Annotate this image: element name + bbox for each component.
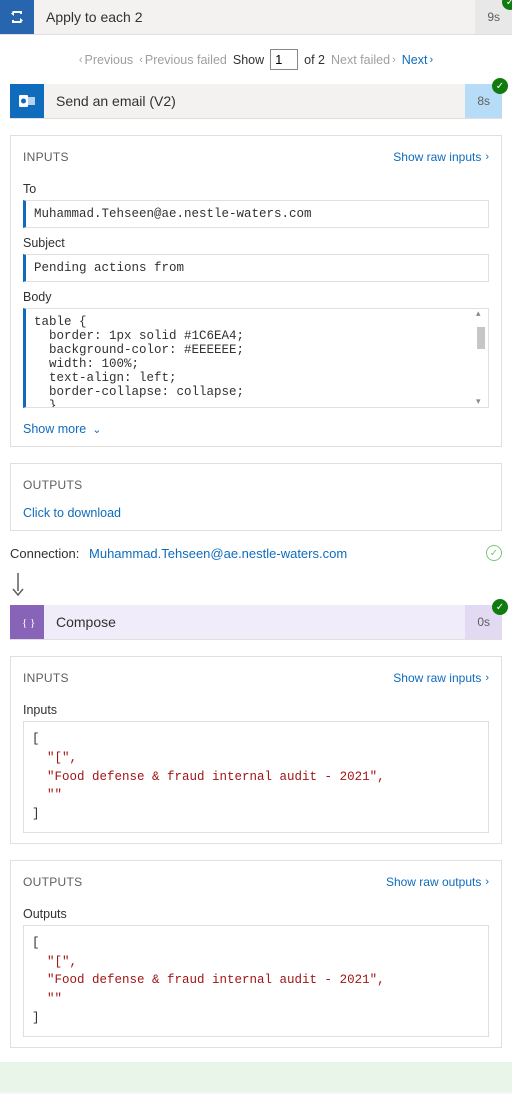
- next-link[interactable]: Next ›: [402, 53, 433, 67]
- send-email-header[interactable]: Send an email (V2) 8s: [10, 84, 502, 119]
- inputs-card: INPUTS Show raw inputs › To Muhammad.Teh…: [10, 135, 502, 447]
- show-raw-inputs-link[interactable]: Show raw inputs ›: [393, 150, 489, 164]
- compose-outputs-label: Outputs: [23, 907, 489, 921]
- total-label: of 2: [304, 53, 325, 67]
- compose-outputs-header: OUTPUTS: [23, 875, 82, 889]
- chevron-right-icon: ›: [485, 672, 489, 684]
- send-email-title: Send an email (V2): [44, 93, 465, 109]
- compose-show-raw-outputs-link[interactable]: Show raw outputs ›: [386, 875, 489, 889]
- subject-label: Subject: [23, 236, 489, 250]
- apply-to-each-title: Apply to each 2: [34, 9, 475, 25]
- compose-title: Compose: [44, 614, 465, 630]
- outlook-icon: [10, 84, 44, 118]
- apply-to-each-header[interactable]: Apply to each 2 9s: [0, 0, 512, 35]
- to-field[interactable]: Muhammad.Tehseen@ae.nestle-waters.com: [23, 200, 489, 228]
- success-badge: ✓: [492, 599, 508, 615]
- inputs-header: INPUTS: [23, 150, 69, 164]
- body-scrollbar[interactable]: [476, 311, 486, 405]
- connection-row: Connection: Muhammad.Tehseen@ae.nestle-w…: [10, 531, 502, 565]
- outputs-header: OUTPUTS: [23, 478, 82, 492]
- compose-inputs-value[interactable]: [ "[", "Food defense & fraud internal au…: [23, 721, 489, 833]
- next-failed-link[interactable]: Next failed ›: [331, 53, 396, 67]
- pagination-bar: ‹ Previous ‹ Previous failed Show of 2 N…: [10, 35, 502, 84]
- chevron-right-icon: ›: [485, 876, 489, 888]
- foreach-icon: [0, 0, 34, 34]
- body-label: Body: [23, 290, 489, 304]
- chevron-right-icon: ›: [485, 151, 489, 163]
- flow-arrow-icon: [10, 565, 502, 605]
- connection-ok-icon: ✓: [486, 545, 502, 561]
- connection-label: Connection:: [10, 546, 79, 561]
- success-badge: ✓: [492, 78, 508, 94]
- compose-outputs-card: OUTPUTS Show raw outputs › Outputs [ "["…: [10, 860, 502, 1048]
- compose-icon: { }: [10, 605, 44, 639]
- compose-inputs-card: INPUTS Show raw inputs › Inputs [ "[", "…: [10, 656, 502, 844]
- previous-failed-link[interactable]: ‹ Previous failed: [139, 53, 227, 67]
- connection-value[interactable]: Muhammad.Tehseen@ae.nestle-waters.com: [89, 546, 347, 561]
- show-more-link[interactable]: Show more ⌄: [23, 422, 489, 436]
- subject-field[interactable]: Pending actions from: [23, 254, 489, 282]
- compose-inputs-header: INPUTS: [23, 671, 69, 685]
- outputs-card: OUTPUTS Click to download: [10, 463, 502, 531]
- previous-link[interactable]: ‹ Previous: [79, 53, 133, 67]
- chevron-down-icon: ⌄: [92, 423, 101, 436]
- show-label: Show: [233, 53, 264, 67]
- compose-show-raw-inputs-link[interactable]: Show raw inputs ›: [393, 671, 489, 685]
- compose-inputs-label: Inputs: [23, 703, 489, 717]
- compose-outputs-value[interactable]: [ "[", "Food defense & fraud internal au…: [23, 925, 489, 1037]
- body-field[interactable]: table { border: 1px solid #1C6EA4; backg…: [23, 308, 489, 408]
- svg-text:{ }: { }: [22, 617, 35, 629]
- compose-header[interactable]: { } Compose 0s: [10, 605, 502, 640]
- click-to-download-link[interactable]: Click to download: [23, 506, 489, 520]
- page-input[interactable]: [270, 49, 298, 70]
- to-label: To: [23, 182, 489, 196]
